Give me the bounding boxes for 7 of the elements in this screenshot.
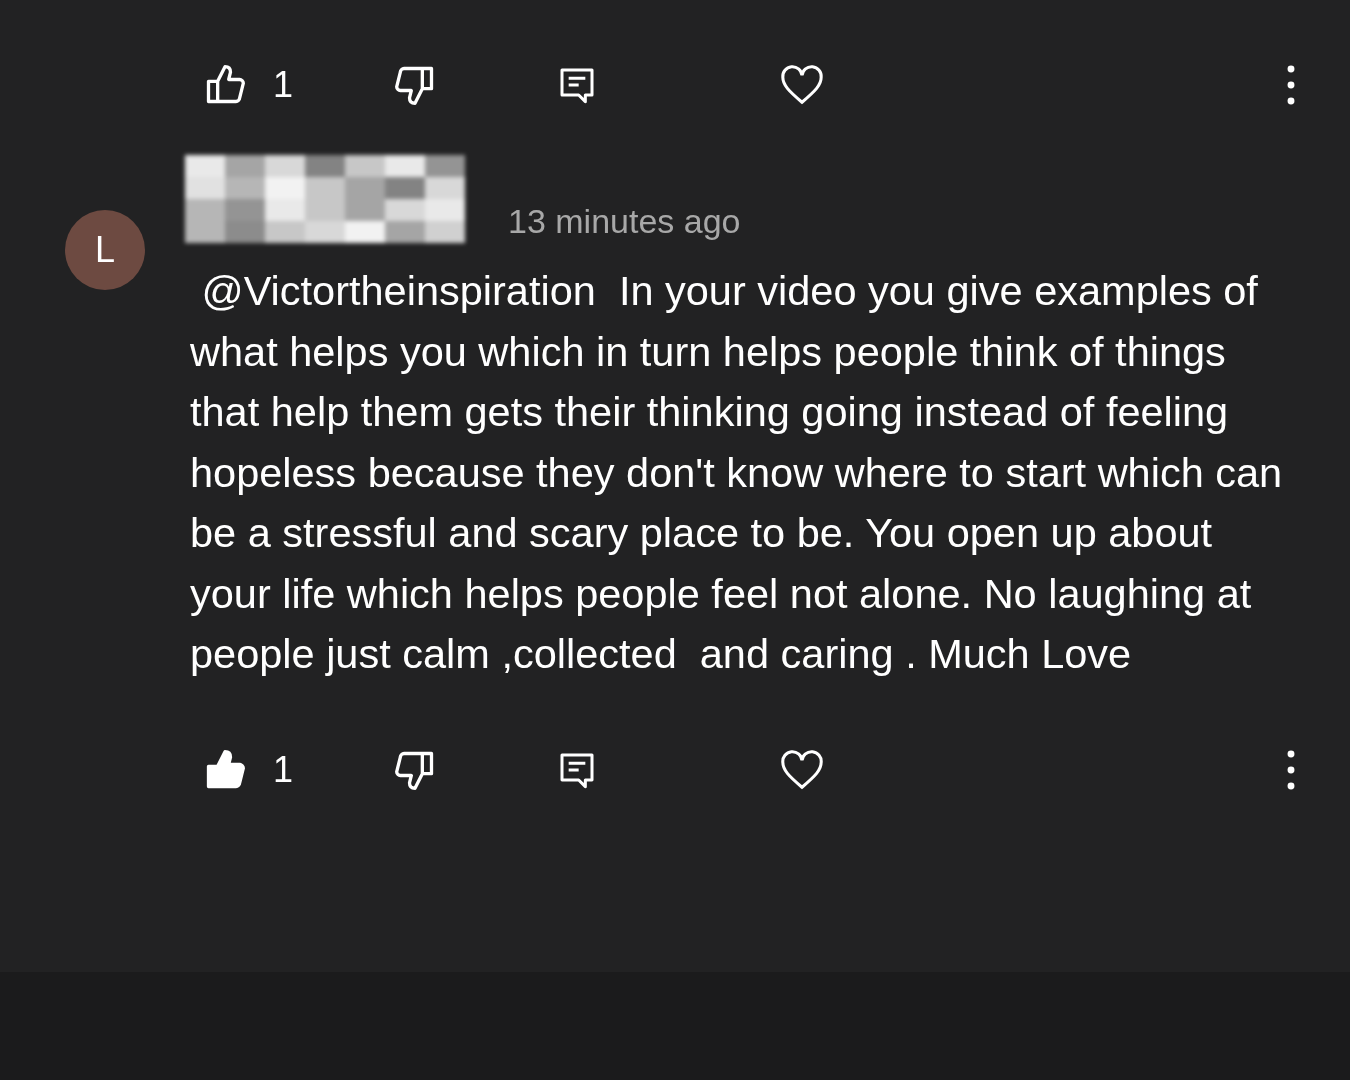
more-options-icon[interactable]: [1287, 749, 1295, 790]
comment-text: @Victortheinspiration In your video you give examples of what helps you which in turn helps people think of things that help them gets their thinking going instead of feeling hopeless because they don't know where to start which can be a stressful and scary place to be. You open up about your life which helps people feel not alone. No laughing at people just calm ,collected and caring . Much Love: [190, 266, 1284, 679]
like-count: 1: [273, 64, 295, 106]
comment-time: 13 minutes ago: [508, 202, 741, 242]
more-options-icon[interactable]: [1287, 65, 1295, 105]
like-count: 1: [273, 748, 295, 791]
avatar[interactable]: L: [65, 210, 145, 290]
